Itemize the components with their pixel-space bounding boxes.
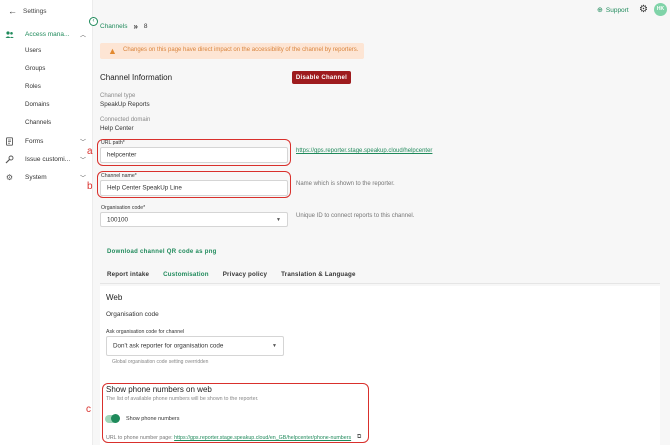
sidebar-item-access-management[interactable]: Access mana... ︿	[0, 28, 93, 40]
connected-domain-value: Help Center	[100, 125, 134, 132]
sidebar-item-label: Access mana...	[25, 30, 70, 38]
channel-name-label: Channel name*	[101, 173, 137, 179]
url-path-field[interactable]: URL path* helpcenter	[100, 140, 288, 163]
show-phone-numbers-toggle[interactable]	[105, 414, 120, 423]
ask-organisation-code-value: Don't ask reporter for organisation code	[113, 342, 224, 350]
ask-organisation-code-select[interactable]: Don't ask reporter for organisation code…	[106, 336, 284, 356]
gear-icon: ⚙	[5, 172, 14, 182]
ask-organisation-code-label: Ask organisation code for channel	[106, 329, 185, 335]
back-label: Settings	[23, 7, 47, 15]
organisation-code-hint: Unique ID to connect reports to this cha…	[296, 213, 415, 219]
web-section-title: Web	[106, 293, 123, 302]
gear-icon[interactable]: ⚙	[639, 4, 648, 15]
url-path-link[interactable]: https://gps.reporter.stage.speakup.cloud…	[296, 148, 432, 154]
disable-channel-button[interactable]: Disable Channel	[292, 71, 351, 84]
document-icon	[5, 136, 14, 146]
tab-translation-language[interactable]: Translation & Language	[274, 268, 363, 284]
toggle-knob	[111, 414, 120, 423]
sidebar-item-users[interactable]: Users	[25, 47, 41, 54]
organisation-code-value: 100100	[107, 216, 129, 223]
sidebar-item-groups[interactable]: Groups	[25, 65, 45, 72]
chevron-down-icon: ﹀	[80, 139, 87, 146]
breadcrumb: Channels » 8	[100, 22, 148, 31]
annotation-label-c: c	[86, 404, 91, 415]
annotation-label-a: a	[87, 146, 93, 157]
double-chevron-right-icon: »	[133, 22, 138, 31]
chevron-up-icon: ︿	[80, 32, 87, 39]
tab-privacy-policy[interactable]: Privacy policy	[216, 268, 274, 284]
wrench-icon	[5, 155, 14, 164]
sidebar-item-forms[interactable]: Forms ﹀	[0, 135, 93, 147]
organisation-code-label: Organisation code*	[101, 205, 146, 211]
organisation-code-select[interactable]: Organisation code* 100100 ▼	[100, 205, 288, 227]
channel-type-value: SpeakUp Reports	[100, 101, 150, 108]
show-phone-numbers-description: The list of available phone numbers will…	[106, 396, 259, 402]
tab-customisation[interactable]: Customisation	[156, 268, 216, 284]
url-path-label: URL path*	[101, 140, 125, 146]
caret-down-icon: ▼	[276, 216, 281, 223]
warning-icon: ▲	[108, 46, 117, 56]
sidebar-item-label: Issue customi...	[25, 155, 71, 163]
chevron-down-icon: ﹀	[80, 157, 87, 164]
tab-report-intake[interactable]: Report intake	[100, 268, 156, 284]
sidebar-item-system[interactable]: ⚙ System ﹀	[0, 171, 93, 183]
users-icon	[5, 30, 14, 39]
show-phone-numbers-toggle-label: Show phone numbers	[126, 416, 180, 422]
tabs-divider	[100, 283, 660, 284]
back-to-settings[interactable]: ← Settings	[8, 6, 47, 16]
show-phone-numbers-title: Show phone numbers on web	[106, 385, 212, 394]
phone-url-prefix: URL to phone number page:	[106, 435, 173, 441]
phone-number-page-url: URL to phone number page: https://gps.re…	[106, 435, 351, 441]
warning-text: Changes on this page have direct impact …	[123, 47, 359, 53]
warning-banner: ▲ Changes on this page have direct impac…	[100, 43, 364, 59]
ask-organisation-code-hint: Global organisation code setting overrid…	[112, 359, 209, 365]
chevron-down-icon: ﹀	[80, 175, 87, 182]
sidebar-item-issue-customisation[interactable]: Issue customi... ﹀	[0, 153, 93, 165]
caret-down-icon: ▼	[272, 343, 277, 349]
help-icon: ⊕	[597, 7, 603, 14]
connected-domain-label: Connected domain	[100, 117, 151, 123]
breadcrumb-current: 8	[143, 23, 148, 30]
sidebar-item-label: Forms	[25, 137, 44, 145]
channel-name-value: Help Center SpeakUp Line	[107, 184, 182, 192]
sidebar-item-domains[interactable]: Domains	[25, 101, 49, 108]
top-bar: ⊕ Support ⚙ HK	[93, 0, 670, 20]
arrow-left-icon: ←	[8, 6, 17, 16]
sidebar-item-roles[interactable]: Roles	[25, 83, 41, 90]
channel-name-field[interactable]: Channel name* Help Center SpeakUp Line	[100, 173, 288, 196]
channel-name-hint: Name which is shown to the reporter.	[296, 181, 395, 187]
tab-bar: Report intake Customisation Privacy poli…	[100, 268, 363, 284]
collapse-sidebar-icon[interactable]: ‹	[89, 17, 98, 26]
copy-icon[interactable]: ⧉	[357, 434, 361, 441]
sidebar: ← Settings Access mana... ︿ Users Groups…	[0, 0, 93, 445]
channel-type-label: Channel type	[100, 93, 136, 99]
sidebar-item-channels[interactable]: Channels	[25, 119, 51, 126]
support-label: Support	[605, 6, 629, 14]
support-link[interactable]: ⊕ Support	[597, 6, 629, 15]
sidebar-item-label: System	[25, 173, 47, 181]
download-qr-link[interactable]: Download channel QR code as png	[107, 249, 217, 255]
organisation-code-section-title: Organisation code	[106, 311, 159, 318]
customisation-panel	[100, 286, 660, 445]
url-path-value: helpcenter	[107, 151, 137, 159]
breadcrumb-channels[interactable]: Channels	[100, 23, 127, 30]
phone-url-link[interactable]: https://gps.reporter.stage.speakup.cloud…	[174, 435, 351, 441]
main-content: ⊕ Support ⚙ HK Channels » 8 ▲ Changes on…	[86, 0, 670, 445]
avatar[interactable]: HK	[654, 3, 667, 16]
annotation-label-b: b	[87, 181, 93, 192]
channel-information-title: Channel Information	[100, 73, 173, 82]
